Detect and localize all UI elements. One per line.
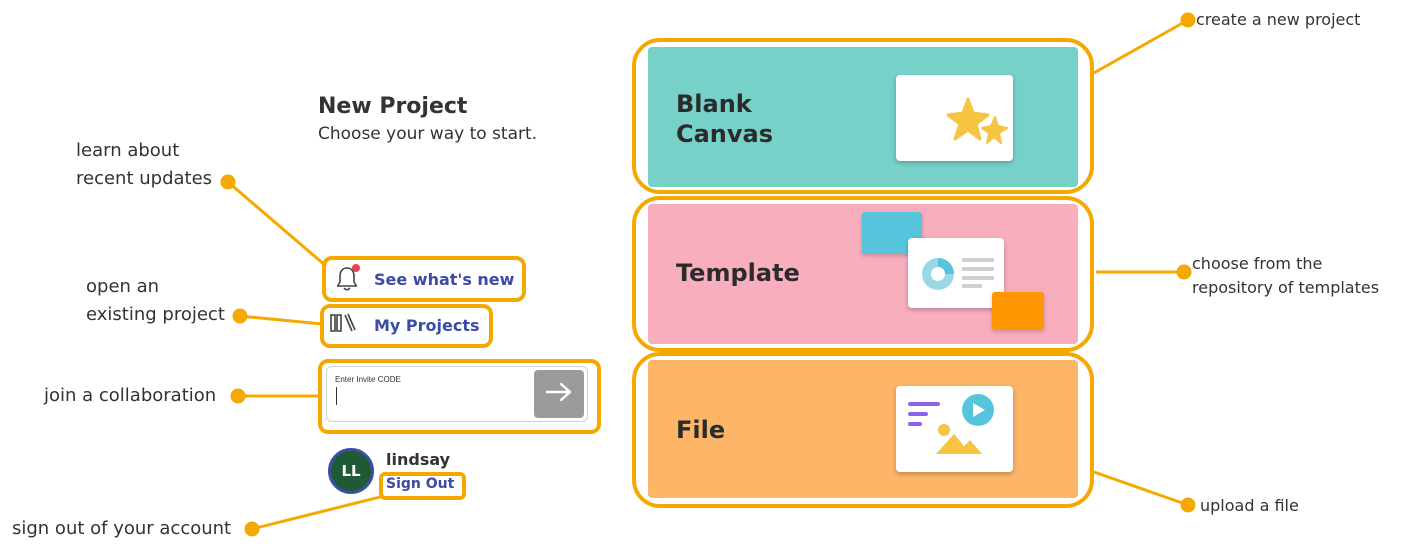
my-projects-button[interactable]: My Projects xyxy=(330,313,480,338)
page-subtitle: Choose your way to start. xyxy=(318,124,538,144)
bell-icon xyxy=(336,264,360,292)
annotation-line: learn about xyxy=(76,140,180,161)
whats-new-button[interactable]: See what's new xyxy=(336,264,515,292)
join-submit-button[interactable] xyxy=(534,370,584,418)
file-card[interactable]: File xyxy=(648,360,1078,498)
template-sheet xyxy=(908,238,1004,308)
annotation-line: existing project xyxy=(86,304,225,325)
card-label-line: Blank xyxy=(676,90,752,118)
orange-block xyxy=(992,292,1044,330)
page-title: New Project xyxy=(318,94,468,119)
annotation-line: repository of templates xyxy=(1192,278,1380,297)
library-icon xyxy=(330,313,356,338)
invite-code-label: Enter Invite CODE xyxy=(335,375,401,384)
arrow-right-icon xyxy=(544,381,574,408)
pie-chart-icon xyxy=(920,256,956,297)
annotation-learn-updates: learn about recent updates xyxy=(76,137,212,193)
file-thumbnail xyxy=(896,386,1013,472)
annotation-join: join a collaboration xyxy=(44,385,217,406)
annotation-signout: sign out of your account xyxy=(12,518,232,539)
my-projects-label: My Projects xyxy=(374,316,480,335)
sign-out-button[interactable]: Sign Out xyxy=(386,476,454,492)
text-lines-icon xyxy=(962,258,996,293)
annotation-line: open an xyxy=(86,276,160,297)
annotation-line: recent updates xyxy=(76,168,213,189)
annotation-choose-template: choose from the repository of templates xyxy=(1192,252,1379,300)
annotation-line: choose from the xyxy=(1192,254,1323,273)
invite-code-field: Enter Invite CODE xyxy=(326,366,588,422)
template-label: Template xyxy=(676,259,800,287)
sparkle-icon xyxy=(942,95,1008,156)
blank-canvas-label: Blank Canvas xyxy=(676,89,773,149)
blank-canvas-thumbnail xyxy=(896,75,1013,161)
user-name: lindsay xyxy=(386,450,451,469)
notification-dot xyxy=(352,264,360,272)
template-card[interactable]: Template xyxy=(648,204,1078,344)
avatar[interactable]: LL xyxy=(328,448,374,494)
invite-code-input[interactable] xyxy=(333,385,523,409)
whats-new-label: See what's new xyxy=(374,269,515,289)
template-thumbnail xyxy=(862,210,1052,334)
annotation-create: create a new project xyxy=(1196,10,1361,29)
card-label-line: Canvas xyxy=(676,120,774,148)
annotation-upload: upload a file xyxy=(1200,496,1299,515)
media-file-icon xyxy=(906,394,1006,471)
annotation-open-project: open an existing project xyxy=(86,273,225,329)
blank-canvas-card[interactable]: Blank Canvas xyxy=(648,47,1078,187)
file-label: File xyxy=(676,416,726,444)
